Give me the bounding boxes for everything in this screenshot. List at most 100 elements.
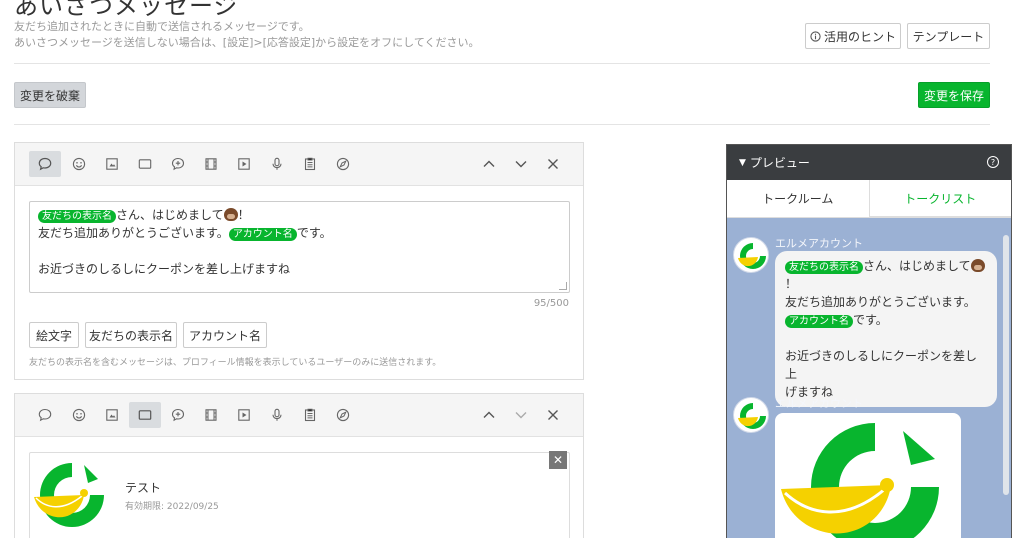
- bubble-line: アカウント名 です。: [785, 311, 987, 329]
- friend-name-tag[interactable]: 友だちの表示名: [38, 210, 116, 223]
- bear-emoji-icon: [970, 259, 985, 272]
- divider: [14, 63, 990, 64]
- message-text: さん、はじめまして: [116, 208, 224, 222]
- chevron-up-icon: [483, 411, 495, 418]
- voice-type-button[interactable]: [261, 151, 293, 177]
- clipboard-icon: [304, 408, 316, 422]
- video-icon: [205, 409, 217, 421]
- move-down-button[interactable]: [509, 402, 533, 428]
- message-text: です。: [296, 226, 332, 240]
- survey-type-button[interactable]: [294, 402, 326, 428]
- survey-type-button[interactable]: [294, 151, 326, 177]
- text-type-button[interactable]: [29, 151, 61, 177]
- coupon-card[interactable]: ✕ テスト 有効期限: 2022/09/25: [29, 451, 570, 538]
- move-down-button[interactable]: [509, 151, 533, 177]
- divider: [14, 124, 990, 125]
- info-icon: [810, 30, 821, 42]
- play-icon: [238, 409, 250, 421]
- preview-text-bubble: 友だちの表示名 さん、はじめまして ！ 友だち追加ありがとうございます。 アカウン…: [775, 251, 997, 407]
- video-icon: [205, 158, 217, 170]
- bubble-line: 友だちの表示名 さん、はじめまして: [785, 257, 987, 275]
- message-line-4: お近づきのしるしにクーポンを差し上げますね: [38, 262, 291, 276]
- description-line-1: 友だち追加されたときに自動で送信されるメッセージです。: [14, 20, 310, 33]
- coupon-type-button[interactable]: [327, 151, 359, 177]
- compass-icon: [336, 408, 350, 422]
- remove-coupon-button[interactable]: ✕: [549, 451, 567, 469]
- emoji-type-button[interactable]: [63, 151, 95, 177]
- bubble-line: 友だち追加ありがとうございます。: [785, 295, 976, 309]
- chevron-up-icon: [483, 160, 495, 167]
- coupon-type-button[interactable]: [327, 402, 359, 428]
- sticker-type-button[interactable]: [96, 402, 128, 428]
- sender-name: エルメアカウント: [775, 397, 863, 410]
- text-type-button[interactable]: [29, 402, 61, 428]
- message-line-1: 友だちの表示名 さん、はじめまして ！: [38, 206, 561, 224]
- preview-scrollbar[interactable]: [1003, 235, 1009, 495]
- move-up-button[interactable]: [477, 402, 501, 428]
- template-button[interactable]: テンプレート: [907, 23, 990, 49]
- smiley-icon: [72, 408, 86, 422]
- account-name-tag[interactable]: アカウント名: [228, 228, 297, 241]
- save-changes-button[interactable]: 変更を保存: [918, 82, 990, 108]
- coupon-expiry: 有効期限: 2022/09/25: [125, 502, 219, 512]
- clipboard-icon: [304, 157, 316, 171]
- smiley-icon: [72, 157, 86, 171]
- coupon-message-editor: ✕ テスト 有効期限: 2022/09/25: [14, 393, 584, 538]
- hint-button[interactable]: 活用のヒント: [805, 23, 901, 49]
- chevron-down-icon: [515, 161, 527, 168]
- media-type-button[interactable]: [228, 402, 260, 428]
- delete-message-button[interactable]: [541, 402, 565, 428]
- insert-account-name-button[interactable]: アカウント名: [183, 322, 267, 348]
- video-type-button[interactable]: [195, 402, 227, 428]
- image-type-button[interactable]: [129, 151, 161, 177]
- bubble-line: ！: [785, 277, 798, 291]
- message-type-toolbar: [15, 143, 583, 186]
- chat-plus-icon: [171, 157, 185, 171]
- voice-type-button[interactable]: [261, 402, 293, 428]
- discard-changes-button[interactable]: 変更を破棄: [14, 82, 86, 108]
- close-icon: ✕: [552, 453, 564, 467]
- caret-down-icon: ▼: [739, 157, 746, 168]
- chevron-down-icon: [515, 412, 527, 419]
- description-line-2: あいさつメッセージを送信しない場合は、[設定]>[応答設定]から設定をオフにして…: [14, 36, 480, 49]
- delete-message-button[interactable]: [541, 151, 565, 177]
- move-up-button[interactable]: [477, 151, 501, 177]
- help-icon[interactable]: ?: [987, 156, 999, 168]
- insert-friend-name-button[interactable]: 友だちの表示名: [85, 322, 177, 348]
- message-line-2: 友だち追加ありがとうございます。 アカウント名 です。: [38, 224, 561, 242]
- mic-icon: [272, 157, 282, 170]
- brand-logo-icon: [34, 463, 104, 527]
- compass-icon: [336, 157, 350, 171]
- message-textarea[interactable]: 友だちの表示名 さん、はじめまして ！ 友だち追加ありがとうございます。 アカウント名…: [29, 201, 570, 293]
- bear-emoji-icon: [223, 208, 238, 221]
- bubble-line: お近づきのしるしにクーポンを差し上: [785, 349, 978, 381]
- mic-icon: [272, 408, 282, 421]
- media-type-button[interactable]: [228, 151, 260, 177]
- insert-emoji-button[interactable]: 絵文字: [29, 322, 79, 348]
- speech-bubble-icon: [38, 157, 52, 171]
- video-type-button[interactable]: [195, 151, 227, 177]
- chat-plus-type-button[interactable]: [162, 151, 194, 177]
- preview-header[interactable]: ▼ プレビュー ?: [727, 145, 1011, 180]
- tab-talk-room[interactable]: トークルーム: [727, 180, 870, 217]
- avatar: [733, 237, 769, 273]
- speech-bubble-icon: [38, 408, 52, 422]
- image-type-button[interactable]: [129, 402, 161, 428]
- brand-logo-icon: [738, 403, 766, 429]
- bubble-text: です。: [853, 313, 888, 327]
- resize-handle[interactable]: [559, 282, 567, 290]
- preview-tabs: トークルーム トークリスト: [727, 180, 1011, 218]
- image-icon: [138, 159, 152, 169]
- sticker-icon: [106, 158, 118, 170]
- sticker-type-button[interactable]: [96, 151, 128, 177]
- image-icon: [138, 410, 152, 420]
- coupon-title: テスト: [125, 481, 162, 495]
- preview-coupon-image[interactable]: [775, 413, 961, 538]
- brand-logo-icon: [738, 243, 766, 269]
- sticker-icon: [106, 409, 118, 421]
- account-name-tag: アカウント名: [785, 315, 853, 328]
- emoji-type-button[interactable]: [63, 402, 95, 428]
- chat-plus-type-button[interactable]: [162, 402, 194, 428]
- tab-talk-list[interactable]: トークリスト: [869, 180, 1011, 217]
- bubble-text: さん、はじめまして: [863, 259, 971, 273]
